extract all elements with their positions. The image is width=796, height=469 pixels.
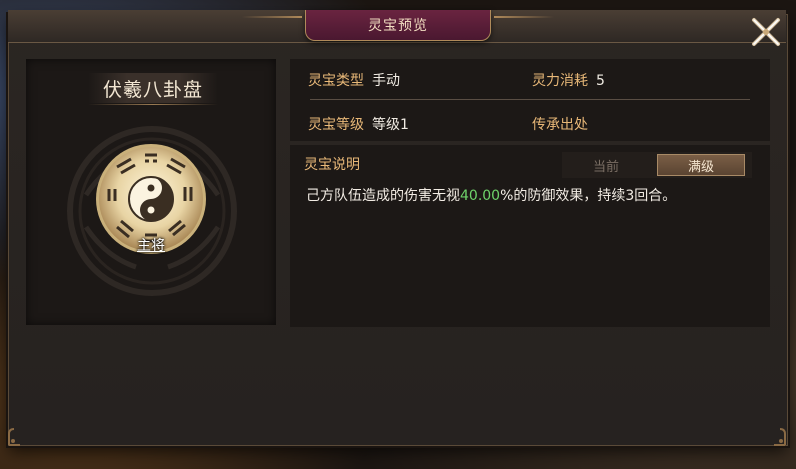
role-label[interactable]: 主将 (126, 235, 176, 255)
type-label: 灵宝类型 (308, 73, 364, 89)
type-row: 灵宝类型 手动 (308, 70, 400, 90)
source-label: 传承出处 (532, 117, 588, 133)
level-label: 灵宝等级 (308, 117, 364, 133)
dialog-title: 灵宝预览 (368, 18, 428, 34)
corner-ornament-right (774, 428, 786, 446)
description-highlight-value: 40.00 (460, 188, 501, 204)
cost-row: 灵力消耗 5 (532, 70, 605, 90)
close-button[interactable] (749, 15, 783, 49)
treasure-portrait-panel: 伏羲八卦盘 主将 (26, 59, 276, 325)
level-row: 灵宝等级 等级1 (308, 114, 409, 134)
treasure-name: 伏羲八卦盘 (102, 78, 203, 101)
info-divider (310, 99, 750, 100)
level-value: 等级1 (372, 117, 409, 133)
treasure-name-bar: 伏羲八卦盘 (88, 73, 218, 105)
description-text: 己方队伍造成的伤害无视40.00%的防御效果，持续3回合。 (306, 185, 756, 205)
description-panel: 灵宝说明 当前 满级 己方队伍造成的伤害无视40.00%的防御效果，持续3回合。 (290, 145, 770, 327)
tab-current[interactable]: 当前 (562, 154, 650, 176)
level-tab-group: 当前 满级 (562, 152, 752, 178)
close-x-icon (752, 18, 780, 46)
title-plate: 灵宝预览 (242, 10, 491, 41)
description-text-before: 己方队伍造成的伤害无视 (306, 188, 460, 204)
tab-max-level[interactable]: 满级 (657, 154, 745, 176)
cost-label: 灵力消耗 (532, 73, 588, 89)
description-text-after: %的防御效果，持续3回合。 (500, 188, 677, 204)
cost-value: 5 (596, 73, 605, 89)
source-row: 传承出处 (532, 114, 588, 134)
corner-ornament-left (8, 428, 20, 446)
description-title: 灵宝说明 (304, 157, 360, 173)
type-value: 手动 (372, 73, 400, 89)
treasure-info-panel: 灵宝类型 手动 灵力消耗 5 灵宝等级 等级1 传承出处 (290, 59, 770, 141)
